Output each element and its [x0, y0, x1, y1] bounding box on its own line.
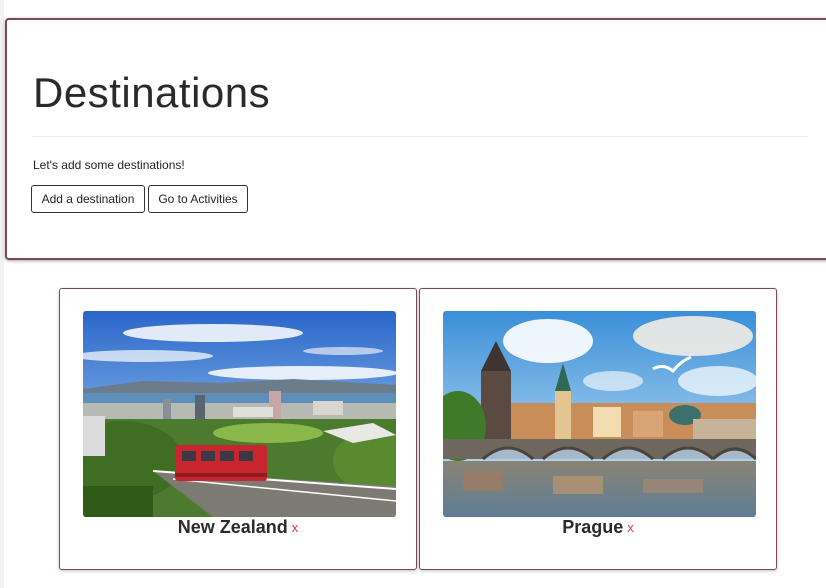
- destination-caption: Prague x: [420, 517, 776, 538]
- destination-caption: New Zealand x: [60, 517, 416, 538]
- destination-name: New Zealand: [177, 517, 288, 537]
- destination-photo-prague: [443, 311, 756, 517]
- page-title: Destinations: [33, 69, 271, 116]
- hero-divider: [32, 136, 808, 137]
- destination-name: Prague: [562, 517, 624, 537]
- page-left-strip: [0, 0, 4, 588]
- hero-lead-text: Let's add some destinations!: [33, 158, 185, 172]
- destination-card-prague: Prague x: [419, 288, 777, 570]
- remove-destination-button[interactable]: x: [627, 520, 634, 535]
- remove-destination-button[interactable]: x: [292, 520, 299, 535]
- hero-jumbotron: Destinations Let's add some destinations…: [5, 18, 826, 260]
- destination-card-new-zealand: New Zealand x: [59, 288, 417, 570]
- destination-photo-new-zealand: [83, 311, 396, 517]
- go-to-activities-button[interactable]: Go to Activities: [148, 185, 248, 213]
- add-destination-button[interactable]: Add a destination: [31, 185, 145, 213]
